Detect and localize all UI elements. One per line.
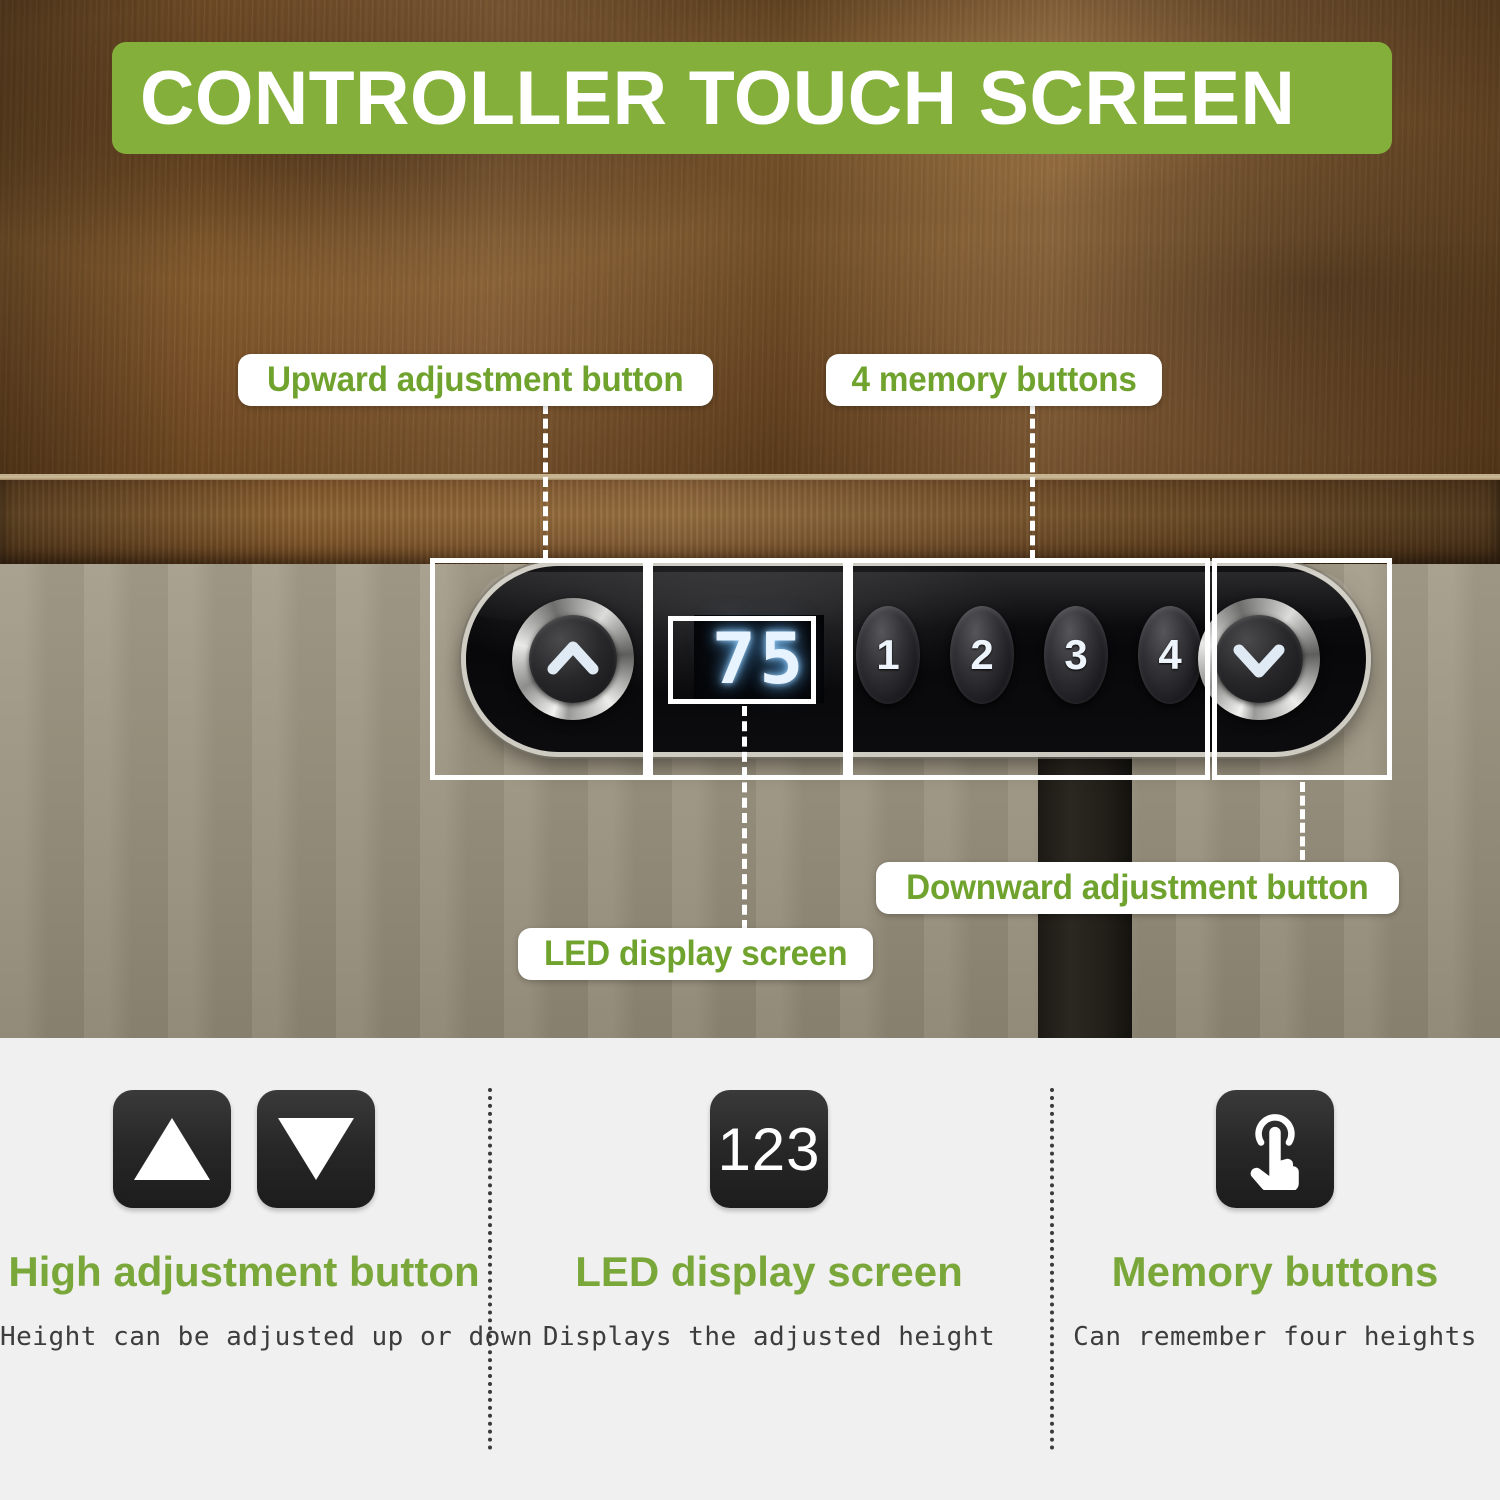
highlight-box-up-button (430, 558, 648, 780)
touch-hand-key-icon (1216, 1090, 1334, 1208)
leader-line-memory-buttons (1030, 404, 1035, 560)
highlight-box-down-button (1212, 558, 1392, 780)
touch-hand-icon (1250, 1114, 1299, 1190)
numeric-123-icon: 123 (710, 1090, 828, 1208)
feature-3-icons (1050, 1090, 1500, 1208)
highlight-box-memory-buttons (848, 558, 1210, 780)
feature-1-title: High adjustment button (8, 1248, 480, 1295)
desk-front-edge (0, 480, 1500, 566)
feature-2-title: LED display screen (575, 1248, 963, 1295)
numeric-123-label: 123 (717, 1115, 821, 1183)
feature-high-adjustment: High adjustment button Height can be adj… (0, 1038, 534, 1500)
callout-upward-adjustment-label: Upward adjustment button (266, 360, 684, 399)
highlight-box-led-inner (668, 616, 816, 704)
callout-led-display-label: LED display screen (543, 934, 848, 973)
feature-columns: High adjustment button Height can be adj… (0, 1038, 1500, 1500)
product-photo: 75 1 2 3 4 Upward adjustment button 4 me… (0, 0, 1500, 1038)
callout-memory-buttons-label: 4 memory buttons (851, 360, 1137, 399)
feature-2-description: Displays the adjusted height (542, 1322, 996, 1352)
callout-upward-adjustment: Upward adjustment button (238, 354, 713, 406)
feature-memory-buttons: Memory buttons Can remember four heights (1050, 1038, 1500, 1500)
leader-line-up-button (543, 404, 548, 560)
title-banner: CONTROLLER TOUCH SCREEN (112, 42, 1392, 154)
callout-downward-adjustment: Downward adjustment button (876, 862, 1399, 914)
feature-3-title: Memory buttons (1111, 1248, 1439, 1295)
arrow-up-key-icon (113, 1090, 231, 1208)
callout-downward-adjustment-label: Downward adjustment button (906, 868, 1369, 907)
feature-2-icons: 123 (488, 1090, 1050, 1208)
feature-1-description: Height can be adjusted up or down (0, 1322, 534, 1352)
leader-line-down-button (1300, 782, 1305, 860)
arrow-down-key-icon (257, 1090, 375, 1208)
leader-line-led-display (742, 706, 747, 930)
callout-led-display: LED display screen (518, 928, 874, 980)
page-title: CONTROLLER TOUCH SCREEN (140, 55, 1296, 141)
triangle-down-icon (278, 1118, 354, 1180)
feature-led-display: 123 LED display screen Displays the adju… (488, 1038, 1050, 1500)
feature-3-description: Can remember four heights (1073, 1322, 1477, 1352)
feature-1-icons (0, 1090, 488, 1208)
triangle-up-icon (134, 1118, 210, 1180)
callout-memory-buttons: 4 memory buttons (826, 354, 1163, 406)
infographic-root: 75 1 2 3 4 Upward adjustment button 4 me… (0, 0, 1500, 1500)
feature-panel: High adjustment button Height can be adj… (0, 1038, 1500, 1500)
